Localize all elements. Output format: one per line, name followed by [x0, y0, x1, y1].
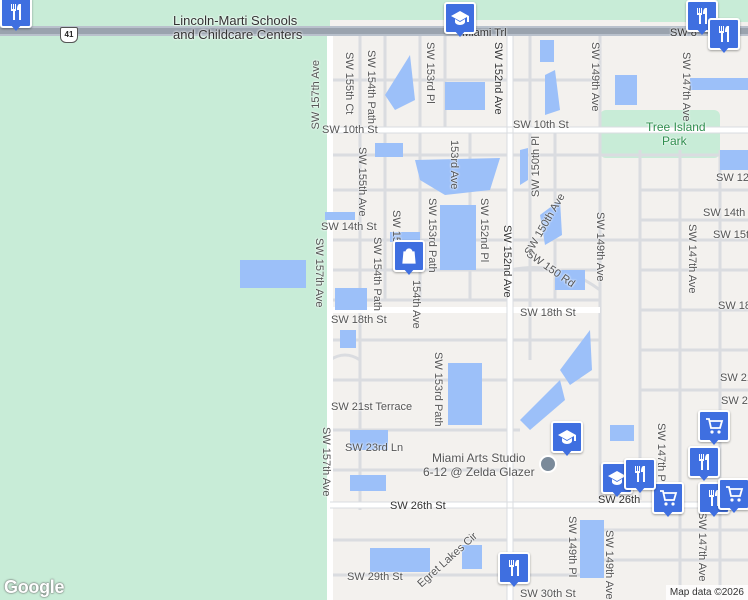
street-label-sw-14th-a: SW 14th St: [321, 221, 377, 233]
street-label-sw-154th-path-a: SW 154th Path: [365, 50, 377, 124]
grocery-pin-east[interactable]: [698, 410, 730, 445]
street-label-sw-157th-a: SW 157th Ave: [310, 60, 322, 130]
shopping-pin[interactable]: [393, 240, 425, 275]
restaurant-pin[interactable]: [0, 0, 32, 31]
street-label-sw-21st-terrace: SW 21st Terrace: [331, 401, 413, 413]
street-label-sw-149th-pl: SW 149th Pl: [566, 516, 578, 578]
park-area: [0, 0, 330, 600]
street-label-153rd-ave: 153rd Ave: [448, 140, 460, 190]
school-dot-icon[interactable]: [539, 455, 557, 473]
google-logo: Google: [4, 577, 65, 597]
street-label-sw-152nd-a: SW 152nd Ave: [492, 42, 504, 115]
park-label-tree-island-2[interactable]: Park: [662, 135, 687, 147]
street-label-sw-147th-b: SW 147th Ave: [686, 224, 698, 294]
street-label-sw-157th-c: SW 157th Ave: [320, 427, 332, 497]
restaurant-pin-south[interactable]: [498, 552, 530, 587]
street-label-sw-23rd-ln: SW 23rd Ln: [345, 442, 404, 454]
street-label-sw-15: SW 15: [390, 210, 402, 244]
street-label-154th-ave: 154th Ave: [410, 280, 422, 329]
street-label-sw-10th-b: SW 10th St: [513, 119, 569, 131]
street-label-sw-15th: SW 15th: [713, 229, 748, 241]
school-pin-arts[interactable]: [551, 421, 583, 456]
street-label-sw-150th-pl: SW 150th Pl: [530, 136, 542, 198]
poi-label-school-top-2[interactable]: and Childcare Centers: [173, 28, 302, 41]
poi-label-school-top-1[interactable]: Lincoln-Marti Schools: [173, 14, 297, 27]
grocery-pin[interactable]: [652, 482, 684, 517]
street-label-sw-22: SW 22: [721, 395, 748, 407]
street-label-sw-149th-a: SW 149th Ave: [589, 42, 601, 112]
street-label-sw-29th: SW 29th St: [347, 571, 403, 583]
street-label-sw-147th-c: SW 147th Ave: [696, 512, 708, 582]
street-label-sw-147th-a: SW 147th Ave: [680, 52, 692, 122]
map-canvas[interactable]: 41 Lincoln-Marti Schools and Childcare C…: [0, 0, 748, 600]
restaurant-pin-east3[interactable]: [624, 458, 656, 493]
street-label-sw-155th-ct: SW 155th Ct: [343, 52, 355, 115]
street-label-sw-153rd-path-a: SW 153rd Path: [426, 198, 438, 273]
street-label-sw-21: SW 21: [720, 372, 748, 384]
street-label-sw-149th-c: SW 149th Ave: [603, 530, 615, 600]
street-label-sw-14th-b: SW 14th St: [703, 207, 748, 219]
school-pin-top[interactable]: [444, 2, 476, 37]
map-attribution[interactable]: Map data ©2026: [665, 585, 748, 600]
street-label-sw-152nd-b: SW 152nd Ave: [501, 225, 513, 298]
poi-label-miami-arts-1[interactable]: Miami Arts Studio: [432, 452, 525, 464]
grocery-pin-east2[interactable]: [718, 478, 748, 513]
street-label-sw-153rd-path-b: SW 153rd Path: [432, 352, 444, 427]
restaurant-pin-east2[interactable]: [688, 446, 720, 481]
poi-label-miami-arts-2[interactable]: 6-12 @ Zelda Glazer: [423, 466, 535, 478]
street-label-sw-149th-b: SW 149th Ave: [594, 212, 606, 282]
street-label-sw-152nd-pl: SW 152nd Pl: [478, 198, 490, 263]
street-label-sw-18: SW 18: [718, 300, 748, 312]
street-label-sw-30th: SW 30th St: [520, 588, 576, 600]
street-label-sw-12th: SW 12th: [716, 172, 748, 184]
tree-island-park: [600, 110, 720, 158]
us-41-shield: 41: [60, 27, 78, 43]
park-label-tree-island-1[interactable]: Tree Island: [646, 121, 706, 133]
street-label-sw-153rd-pl: SW 153rd Pl: [424, 42, 436, 104]
street-label-sw-26th-a: SW 26th St: [390, 500, 446, 512]
restaurant-pin-ne2[interactable]: [708, 18, 740, 53]
street-label-sw-154th-path-b: SW 154th Path: [371, 237, 383, 311]
street-label-sw-155th-ave: SW 155th Ave: [356, 147, 368, 217]
street-label-sw-18th-b: SW 18th St: [520, 307, 576, 319]
street-label-sw-18th-a: SW 18th St: [331, 314, 387, 326]
street-label-sw-157th-b: SW 157th Ave: [313, 238, 325, 308]
street-label-sw-10th-a: SW 10th St: [322, 124, 378, 136]
